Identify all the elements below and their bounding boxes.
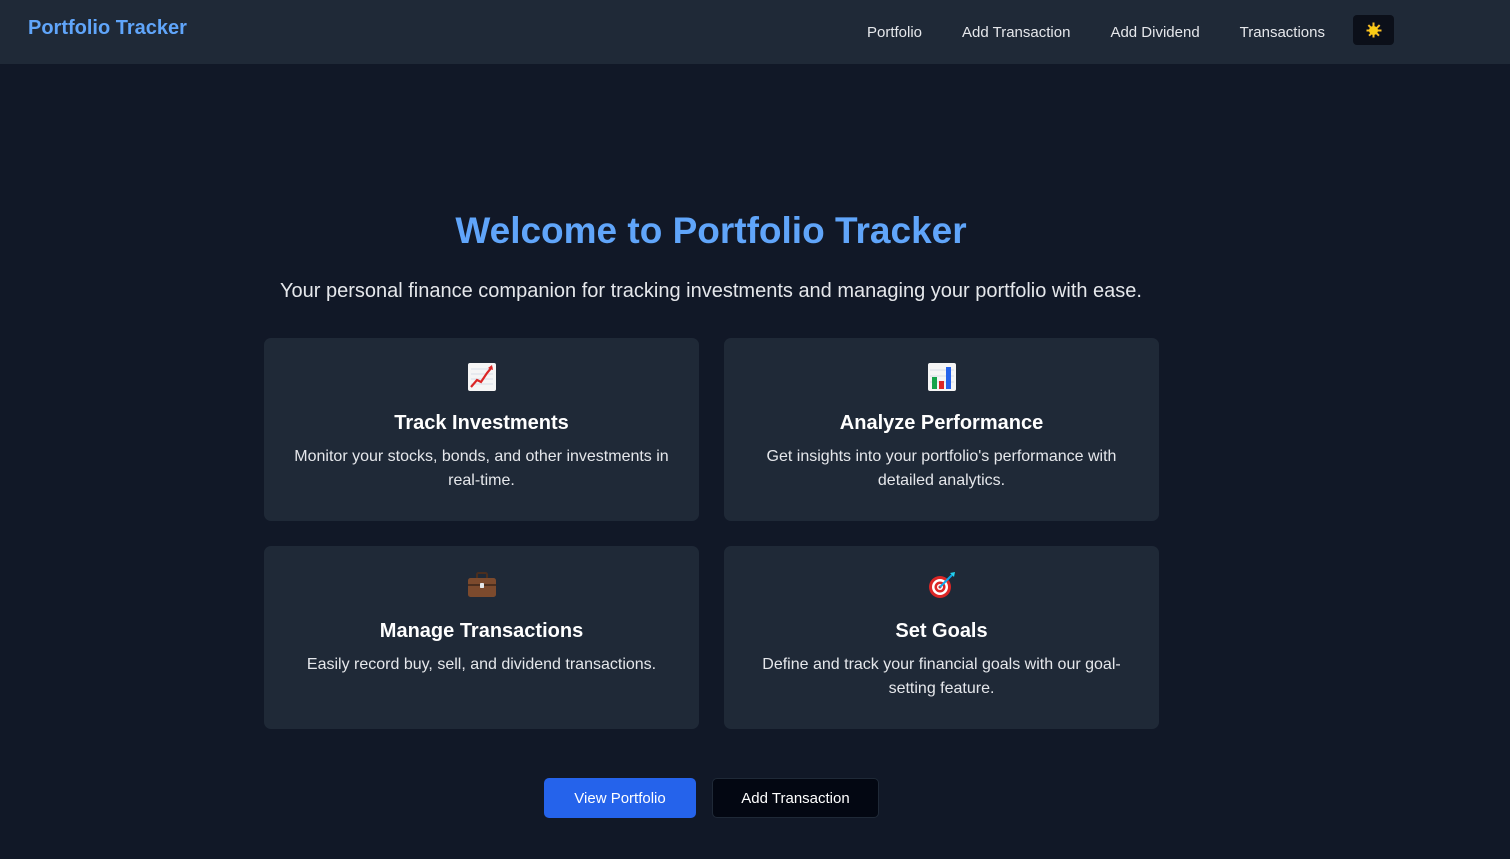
feature-card-manage-transactions: Manage Transactions Easily record buy, s…: [264, 546, 699, 729]
feature-card-title: Analyze Performance: [839, 412, 1044, 434]
sun-icon: [1366, 23, 1381, 38]
nav-item-add-transaction[interactable]: Add Transaction: [942, 24, 1090, 41]
theme-toggle-button[interactable]: [1353, 15, 1394, 45]
feature-card-description: Get insights into your portfolio's perfo…: [766, 448, 1117, 489]
top-navbar: Portfolio Tracker Portfolio Add Transact…: [0, 0, 1510, 64]
brand-logo-link[interactable]: Portfolio Tracker: [28, 17, 187, 40]
feature-card-title: Track Investments: [394, 412, 569, 434]
chart-increasing-icon: [467, 363, 496, 391]
target-icon: [928, 572, 955, 598]
feature-card-description: Monitor your stocks, bonds, and other in…: [294, 448, 669, 489]
feature-card-track-investments: Track Investments Monitor your stocks, b…: [264, 338, 699, 521]
page-title: Welcome to Portfolio Tracker: [455, 210, 967, 251]
feature-card-description: Define and track your financial goals wi…: [762, 656, 1121, 697]
nav-item-add-dividend[interactable]: Add Dividend: [1090, 24, 1219, 41]
nav-item-portfolio[interactable]: Portfolio: [853, 24, 942, 41]
feature-card-set-goals: Set Goals Define and track your financia…: [724, 546, 1159, 729]
feature-card-title: Set Goals: [895, 620, 988, 642]
main-nav: Portfolio Add Transaction Add Dividend T…: [853, 0, 1345, 64]
feature-card-description: Easily record buy, sell, and dividend tr…: [306, 656, 657, 673]
bar-chart-icon: [927, 363, 956, 391]
view-portfolio-button[interactable]: View Portfolio: [544, 778, 696, 818]
page-subtitle: Your personal finance companion for trac…: [280, 280, 1142, 302]
briefcase-icon: [467, 572, 496, 597]
feature-card-title: Manage Transactions: [379, 620, 584, 642]
feature-card-analyze-performance: Analyze Performance Get insights into yo…: [724, 338, 1159, 521]
add-transaction-button[interactable]: Add Transaction: [712, 778, 879, 818]
nav-item-transactions[interactable]: Transactions: [1220, 24, 1345, 41]
